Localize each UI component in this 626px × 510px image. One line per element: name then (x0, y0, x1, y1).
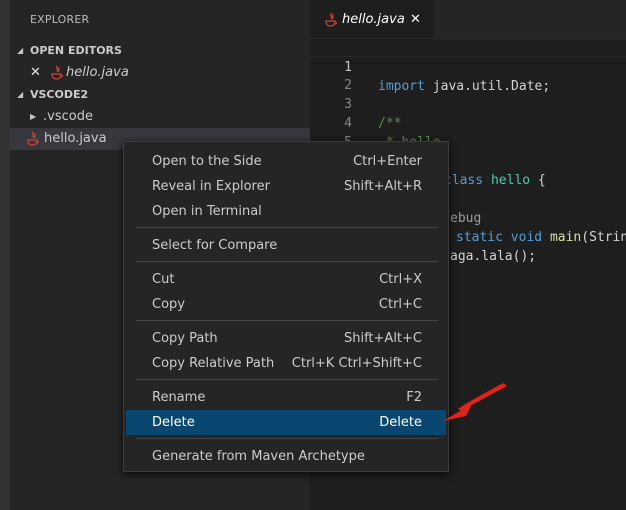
menu-item-delete[interactable]: Delete Delete (126, 410, 446, 435)
chevron-down-icon: ◢ (17, 46, 24, 55)
open-editors-label: OPEN EDITORS (30, 44, 122, 57)
menu-item-shortcut: Shift+Alt+R (344, 179, 422, 194)
menu-item-label: Copy (152, 297, 185, 312)
menu-item-label: Generate from Maven Archetype (152, 449, 365, 464)
file-label: hello.java (44, 131, 107, 146)
code-token: void (510, 230, 543, 245)
folder-label: .vscode (43, 109, 93, 124)
menu-item-reveal-in-explorer[interactable]: Reveal in Explorer Shift+Alt+R (126, 174, 446, 199)
activity-bar (0, 0, 10, 510)
menu-item-label: Open in Terminal (152, 204, 262, 219)
menu-separator (136, 227, 438, 228)
code-token: static (456, 230, 503, 245)
menu-item-rename[interactable]: Rename F2 (126, 385, 446, 410)
menu-item-copy-path[interactable]: Copy Path Shift+Alt+C (126, 326, 446, 351)
menu-separator (136, 261, 438, 262)
menu-item-label: Open to the Side (152, 154, 262, 169)
menu-item-label: Select for Compare (152, 238, 278, 253)
java-icon (325, 12, 337, 27)
menu-item-shortcut: F2 (406, 390, 422, 405)
code-line: 2 (310, 57, 626, 93)
context-menu: Open to the Side Ctrl+Enter Reveal in Ex… (123, 141, 449, 472)
project-header[interactable]: ◢ VSCODE2 (10, 84, 310, 106)
java-icon (27, 131, 39, 146)
menu-item-shortcut: Delete (379, 415, 422, 430)
menu-separator (136, 320, 438, 321)
close-icon[interactable]: ✕ (30, 62, 41, 84)
code-token: aga.lala(); (450, 249, 537, 264)
menu-item-label: Rename (152, 390, 206, 405)
menu-item-shortcut: Ctrl+C (378, 297, 422, 312)
code-line: 3 /** (310, 76, 626, 131)
tab-label: hello.java (342, 12, 405, 27)
menu-item-label: Delete (152, 415, 195, 430)
menu-item-select-for-compare[interactable]: Select for Compare (126, 233, 446, 258)
project-label: VSCODE2 (30, 88, 89, 101)
open-editor-label: hello.java (66, 65, 129, 80)
open-editor-item[interactable]: ✕ hello.java (10, 62, 310, 84)
code-line: 5 */ (310, 114, 626, 169)
menu-item-label: Cut (152, 272, 175, 287)
tab-hello-java[interactable]: hello.java ✕ (310, 0, 434, 40)
menu-item-label: Reveal in Explorer (152, 179, 270, 194)
code-token: main (549, 230, 582, 245)
code-line: 4 * hello (310, 95, 626, 150)
menu-item-generate-maven-archetype[interactable]: Generate from Maven Archetype (126, 444, 446, 469)
menu-item-shortcut: Shift+Alt+C (343, 331, 422, 346)
explorer-title: EXPLORER (30, 13, 90, 26)
menu-separator (136, 438, 438, 439)
open-editors-header[interactable]: ◢ OPEN EDITORS (10, 40, 310, 62)
menu-item-label: Copy Path (152, 331, 218, 346)
code-token: (Strin (581, 230, 626, 245)
close-icon[interactable]: ✕ (410, 0, 421, 40)
chevron-right-icon: ▶ (30, 112, 37, 121)
menu-item-open-to-side[interactable]: Open to the Side Ctrl+Enter (126, 149, 446, 174)
code-line: 1 import java.util.Date; (310, 38, 626, 94)
tree-item-vscode-folder[interactable]: ▶ .vscode (10, 106, 310, 128)
menu-item-shortcut: Ctrl+X (379, 272, 422, 287)
editor-tabs: hello.java ✕ (310, 0, 626, 40)
menu-separator (136, 379, 438, 380)
menu-item-shortcut: Ctrl+Enter (353, 154, 422, 169)
chevron-down-icon: ◢ (17, 90, 24, 99)
menu-item-copy[interactable]: Copy Ctrl+C (126, 292, 446, 317)
menu-item-copy-relative-path[interactable]: Copy Relative Path Ctrl+K Ctrl+Shift+C (126, 351, 446, 376)
menu-item-shortcut: Ctrl+K Ctrl+Shift+C (291, 356, 422, 371)
java-icon (51, 65, 63, 80)
menu-item-open-in-terminal[interactable]: Open in Terminal (126, 199, 446, 224)
menu-item-label: Copy Relative Path (152, 356, 275, 371)
menu-item-cut[interactable]: Cut Ctrl+X (126, 267, 446, 292)
